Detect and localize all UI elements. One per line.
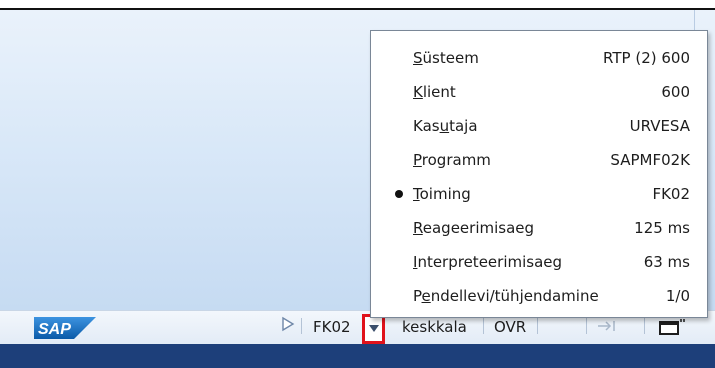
status-separator [644, 318, 645, 334]
status-separator [483, 318, 484, 334]
status-server-text: keskkala [402, 318, 467, 336]
menu-item-label: Kasutaja [413, 117, 478, 135]
menu-item-value: FK02 [652, 185, 690, 203]
menu-item-value: 125 ms [634, 219, 690, 237]
window-top-border [0, 0, 715, 10]
status-separator [586, 318, 587, 334]
selected-bullet-icon [395, 190, 403, 198]
menu-item-label: Interpreteerimisaeg [413, 253, 563, 271]
menu-item-value: 1/0 [665, 287, 690, 305]
menu-item-interpretation-time[interactable]: Interpreteerimisaeg 63 ms [371, 245, 707, 279]
menu-item-label: Pendellevi/tühjendamine [413, 287, 599, 305]
system-info-dropdown-button[interactable] [362, 314, 385, 344]
sap-logo: SAP [34, 317, 96, 339]
menu-item-value: URVESA [629, 117, 690, 135]
menu-item-label: Toiming [413, 185, 471, 203]
menu-item-value: SAPMF02K [610, 151, 690, 169]
menu-item-system[interactable]: Süsteem RTP (2) 600 [371, 41, 707, 75]
menu-item-label: Programm [413, 151, 491, 169]
status-separator [301, 318, 302, 334]
menu-item-value: 600 [661, 83, 690, 101]
enter-arrow-icon[interactable] [596, 318, 618, 334]
insert-mode-indicator[interactable]: OVR [494, 318, 526, 336]
menu-item-value: 63 ms [643, 253, 690, 271]
window-icon[interactable] [657, 316, 685, 336]
menu-item-program[interactable]: Programm SAPMF02K [371, 143, 707, 177]
svg-text:SAP: SAP [38, 321, 71, 338]
status-separator [537, 318, 538, 334]
system-info-menu: Süsteem RTP (2) 600 Klient 600 Kasutaja … [370, 30, 708, 318]
taskbar [0, 344, 715, 368]
menu-item-label: Reageerimisaeg [413, 219, 535, 237]
chevron-down-icon [369, 325, 379, 332]
menu-item-user[interactable]: Kasutaja URVESA [371, 109, 707, 143]
menu-item-label: Süsteem [413, 49, 479, 67]
menu-item-transaction[interactable]: Toiming FK02 [371, 177, 707, 211]
play-triangle-icon[interactable] [281, 316, 295, 332]
menu-item-value: RTP (2) 600 [603, 49, 690, 67]
menu-item-round-trips[interactable]: Pendellevi/tühjendamine 1/0 [371, 279, 707, 313]
menu-item-label: Klient [413, 83, 456, 101]
menu-item-client[interactable]: Klient 600 [371, 75, 707, 109]
transaction-code: FK02 [313, 318, 351, 336]
menu-item-response-time[interactable]: Reageerimisaeg 125 ms [371, 211, 707, 245]
